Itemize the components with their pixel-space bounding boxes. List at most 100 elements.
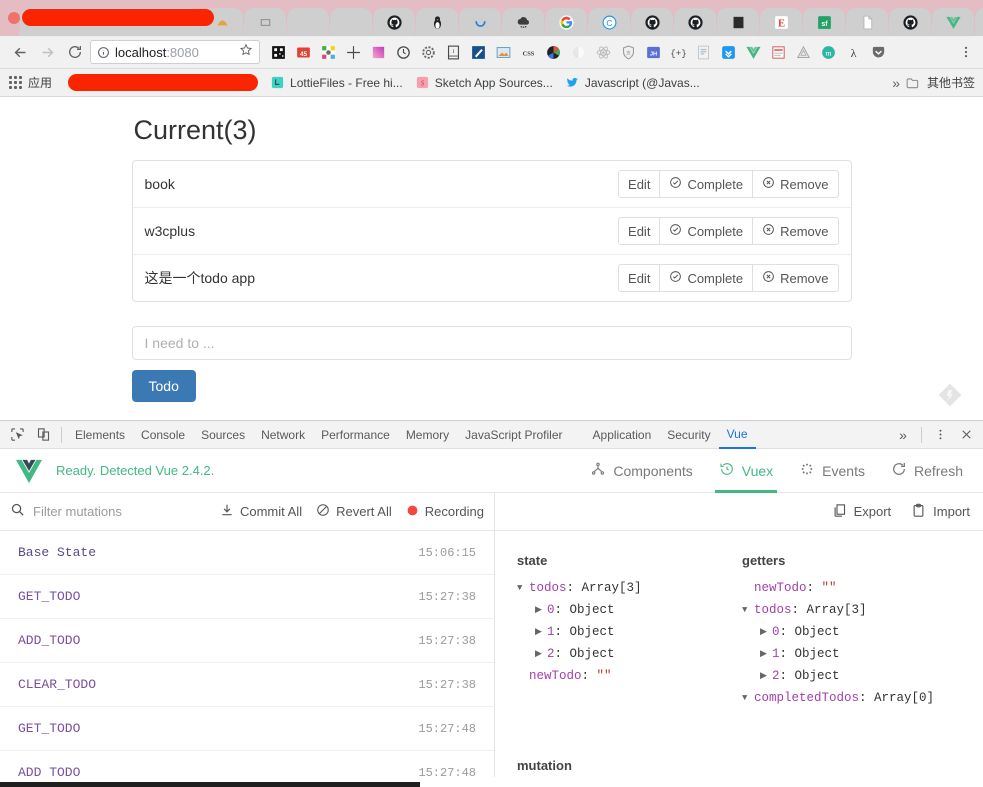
triangle-icon[interactable]: [791, 40, 816, 65]
colorpicker-icon[interactable]: [316, 40, 341, 65]
chevron-right-icon[interactable]: ▶: [535, 621, 547, 643]
complete-button[interactable]: Complete: [660, 170, 754, 198]
vue-tab-refresh[interactable]: Refresh: [891, 449, 963, 493]
browser-tab[interactable]: [415, 8, 461, 37]
remove-button[interactable]: Remove: [753, 170, 839, 198]
jh-icon[interactable]: JH: [641, 40, 666, 65]
tree-node[interactable]: newTodo: "": [517, 665, 742, 687]
window-close-dot[interactable]: [8, 12, 20, 24]
chevron-down-icon[interactable]: ▼: [742, 687, 754, 709]
chevron-right-icon[interactable]: ▶: [535, 643, 547, 665]
browser-tab[interactable]: [501, 8, 547, 37]
image-frame-icon[interactable]: [491, 40, 516, 65]
vue-tab-events[interactable]: Events: [799, 449, 865, 493]
commit-all-button[interactable]: Commit All: [220, 503, 302, 520]
reload-icon[interactable]: [61, 39, 88, 66]
chevron-right-icon[interactable]: ▶: [535, 599, 547, 621]
browser-tab[interactable]: sf: [802, 8, 848, 37]
browser-tab[interactable]: [630, 8, 676, 37]
tree-node[interactable]: ▶ 2: Object: [517, 643, 742, 665]
devtools-tab-javascript-profiler[interactable]: JavaScript Profiler: [457, 421, 570, 449]
devtools-tab-vue[interactable]: Vue: [718, 421, 756, 449]
browser-tab[interactable]: [243, 8, 289, 37]
new-todo-input[interactable]: [131, 326, 852, 360]
tree-node[interactable]: ▶ 2: Object: [742, 665, 983, 687]
remove-button[interactable]: Remove: [753, 217, 839, 245]
devtools-tab-application[interactable]: Application: [585, 421, 660, 449]
pocket-icon[interactable]: [866, 40, 891, 65]
gear-icon[interactable]: [416, 40, 441, 65]
form-icon[interactable]: [766, 40, 791, 65]
edit-button[interactable]: Edit: [618, 264, 661, 292]
gmail-45-icon[interactable]: 45: [291, 40, 316, 65]
edit-button[interactable]: Edit: [618, 170, 661, 198]
braces-icon[interactable]: {+}: [666, 40, 691, 65]
css-icon[interactable]: CSS: [516, 40, 541, 65]
bookmark-item[interactable]: S Sketch App Sources...: [415, 75, 553, 90]
import-button[interactable]: Import: [911, 503, 970, 521]
vue-icon[interactable]: [741, 40, 766, 65]
devtools-tab-network[interactable]: Network: [253, 421, 313, 449]
browser-tab[interactable]: [673, 8, 719, 37]
mutation-row[interactable]: ADD_TODO 15:27:48: [0, 751, 494, 777]
gradient-icon[interactable]: [366, 40, 391, 65]
revert-all-button[interactable]: Revert All: [316, 503, 392, 520]
mutation-row[interactable]: GET_TODO 15:27:38: [0, 575, 494, 619]
device-toolbar-icon[interactable]: [30, 422, 56, 448]
chevron-down-icon[interactable]: ▼: [517, 577, 529, 599]
browser-tab[interactable]: [931, 8, 977, 37]
bookmarks-overflow[interactable]: »: [892, 75, 900, 91]
bookmark-star-icon[interactable]: [239, 43, 253, 62]
chevron-down-icon[interactable]: ▼: [742, 599, 754, 621]
list-doc-icon[interactable]: [691, 40, 716, 65]
browser-tab[interactable]: [888, 8, 934, 37]
lambda-icon[interactable]: λ: [841, 40, 866, 65]
m-circle-icon[interactable]: m: [816, 40, 841, 65]
close-devtools-icon[interactable]: [953, 422, 979, 448]
mutation-row[interactable]: GET_TODO 15:27:48: [0, 707, 494, 751]
browser-tab[interactable]: [974, 8, 983, 37]
chevron-right-icon[interactable]: ▶: [760, 665, 772, 687]
edit-button[interactable]: Edit: [618, 217, 661, 245]
apps-shortcut[interactable]: 应用: [8, 74, 52, 91]
devtools-tab-console[interactable]: Console: [133, 421, 193, 449]
mutation-row[interactable]: CLEAR_TODO 15:27:38: [0, 663, 494, 707]
mutation-row[interactable]: Base State 15:06:15: [0, 531, 494, 575]
complete-button[interactable]: Complete: [660, 217, 754, 245]
overflow-chevrons-icon[interactable]: »: [890, 422, 916, 448]
browser-tab[interactable]: [329, 8, 375, 37]
tree-node[interactable]: ▼ todos: Array[3]: [517, 577, 742, 599]
chevron-right-icon[interactable]: ▶: [760, 621, 772, 643]
clock-refresh-icon[interactable]: [391, 40, 416, 65]
browser-menu-icon[interactable]: [956, 45, 976, 59]
bookmark-item[interactable]: LottieFiles - Free hi...: [270, 75, 403, 90]
chevron-right-icon[interactable]: ▶: [760, 643, 772, 665]
browser-tab[interactable]: [716, 8, 762, 37]
inspect-element-icon[interactable]: [4, 422, 30, 448]
devtools-tab-security[interactable]: Security: [659, 421, 718, 449]
tree-node[interactable]: ▶ 1: Object: [742, 643, 983, 665]
recording-toggle[interactable]: Recording: [406, 504, 484, 520]
browser-tab[interactable]: [286, 8, 332, 37]
browser-tab[interactable]: [845, 8, 891, 37]
complete-button[interactable]: Complete: [660, 264, 754, 292]
browser-tab[interactable]: [544, 8, 590, 37]
shield-icon[interactable]: 支: [616, 40, 641, 65]
react-icon[interactable]: [591, 40, 616, 65]
tree-node[interactable]: newTodo: "": [742, 577, 983, 599]
downarrow-blue-icon[interactable]: [716, 40, 741, 65]
ruler-frame-icon[interactable]: I: [441, 40, 466, 65]
pen-icon[interactable]: [466, 40, 491, 65]
tree-node[interactable]: ▼ completedTodos: Array[0]: [742, 687, 983, 709]
tree-node[interactable]: ▶ 0: Object: [742, 621, 983, 643]
tree-node[interactable]: ▼ todos: Array[3]: [742, 599, 983, 621]
other-bookmarks-label[interactable]: 其他书签: [927, 74, 975, 91]
address-bar[interactable]: localhost:8080: [90, 40, 260, 64]
devtools-menu-icon[interactable]: [927, 422, 953, 448]
tree-node[interactable]: ▶ 1: Object: [517, 621, 742, 643]
color-wheel-icon[interactable]: [541, 40, 566, 65]
horizontal-scrollbar[interactable]: [0, 782, 420, 787]
devtools-tab-sources[interactable]: Sources: [193, 421, 253, 449]
feedly-badge-icon[interactable]: [937, 382, 963, 408]
export-button[interactable]: Export: [832, 503, 891, 521]
